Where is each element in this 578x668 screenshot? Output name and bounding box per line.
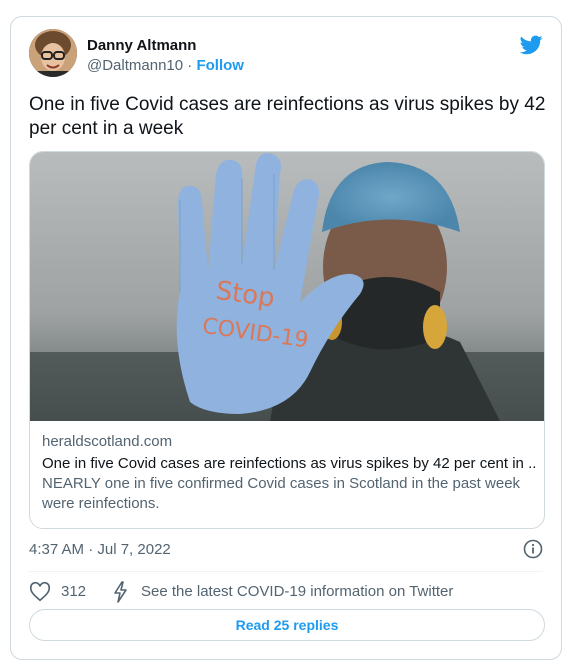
author-handle[interactable]: @Daltmann10: [87, 57, 183, 74]
link-preview-image[interactable]: Stop COVID-19: [30, 152, 544, 421]
covid-info-link[interactable]: See the latest COVID-19 information on T…: [141, 583, 453, 600]
tweet-timestamp[interactable]: 4:37 AM · Jul 7, 2022: [29, 541, 171, 558]
info-icon[interactable]: [523, 539, 543, 559]
like-count[interactable]: 312: [61, 583, 86, 600]
link-preview-body[interactable]: heraldscotland.com One in five Covid cas…: [42, 432, 536, 514]
link-preview-card[interactable]: Stop COVID-19 heraldscotland.com One in …: [29, 151, 545, 529]
lightning-bolt-icon: [114, 581, 127, 603]
avatar[interactable]: [29, 29, 77, 77]
read-replies-button[interactable]: Read 25 replies: [29, 609, 545, 641]
link-title: One in five Covid cases are reinfections…: [42, 455, 536, 472]
divider: [29, 571, 543, 572]
author-handle-row: @Daltmann10 · Follow: [87, 57, 244, 74]
separator-dot: ·: [187, 57, 193, 74]
twitter-bird-icon[interactable]: [519, 33, 543, 57]
link-description: NEARLY one in five confirmed Covid cases…: [42, 475, 521, 512]
link-domain: heraldscotland.com: [42, 433, 173, 450]
follow-button[interactable]: Follow: [196, 57, 244, 74]
tweet-text: One in five Covid cases are reinfections…: [29, 94, 546, 139]
tweet-card: Danny Altmann @Daltmann10 · Follow One i…: [10, 16, 562, 660]
author-name[interactable]: Danny Altmann: [87, 37, 196, 54]
heart-icon[interactable]: [29, 581, 51, 603]
